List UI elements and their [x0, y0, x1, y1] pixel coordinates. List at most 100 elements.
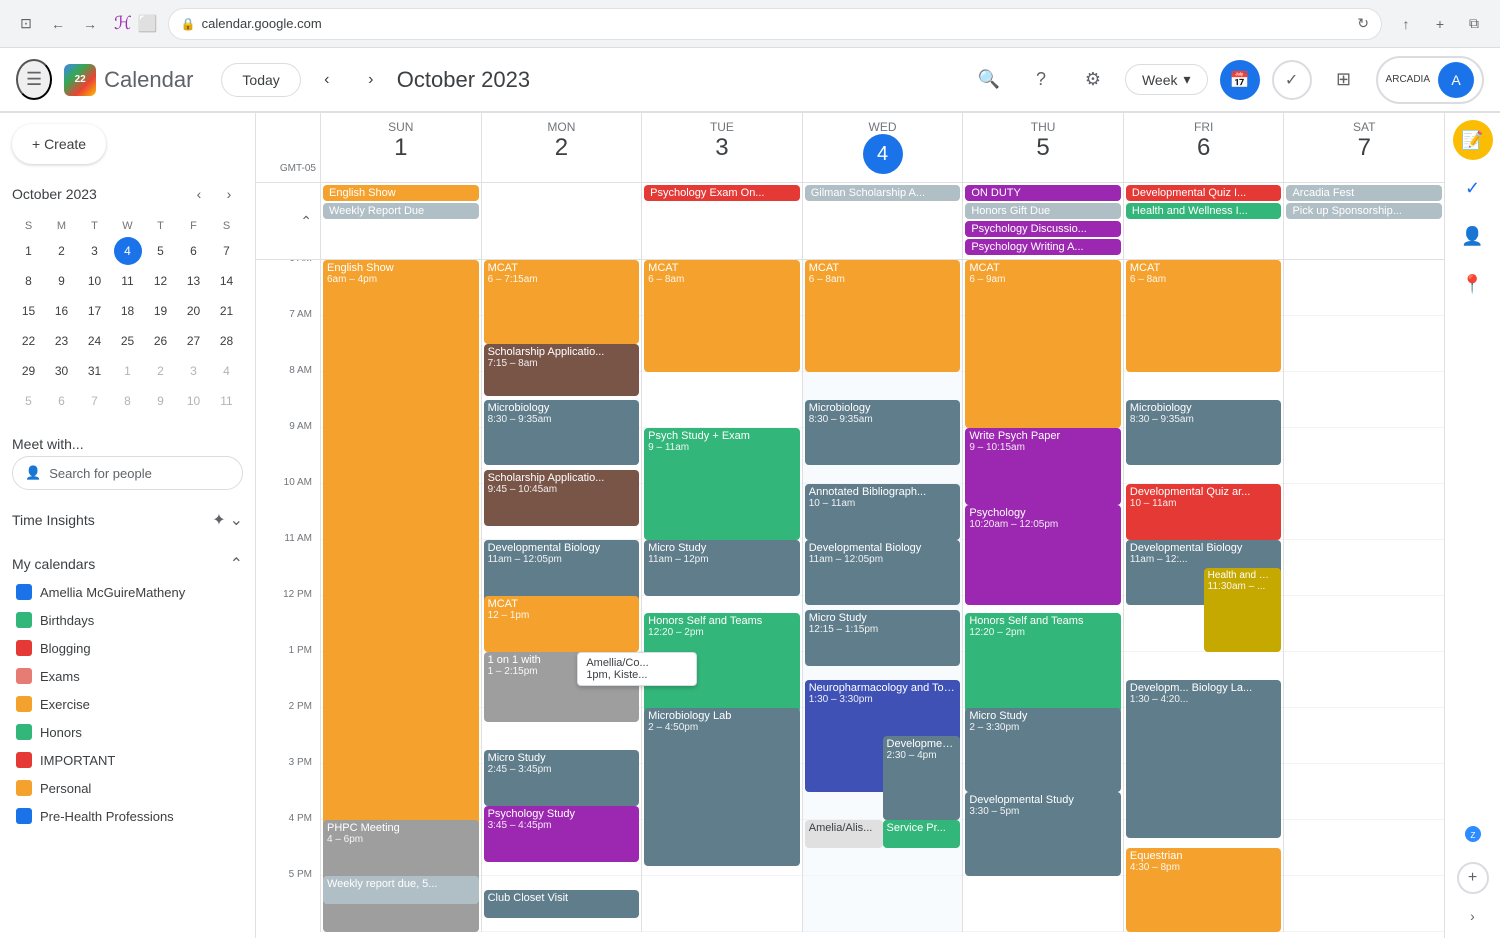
- mini-day-24[interactable]: 24: [81, 327, 109, 355]
- event-psych-exam-tue[interactable]: Psych Study + Exam 9 – 11am: [644, 428, 800, 540]
- right-icon-keep[interactable]: 📝: [1453, 120, 1493, 160]
- sidebar-toggle-button[interactable]: ⊡: [12, 10, 40, 38]
- time-insights-header[interactable]: Time Insights ✦ ⌄: [12, 506, 243, 534]
- time-grid-scroll[interactable]: 6 AM 7 AM 8 AM 9 AM 10 AM 11 AM 12 PM 1 …: [256, 260, 1444, 938]
- forward-button[interactable]: →: [76, 10, 104, 38]
- event-psych-study-mon[interactable]: Psychology Study 3:45 – 4:45pm: [484, 806, 640, 862]
- event-micro-study-mon[interactable]: Micro Study 2:45 – 3:45pm: [484, 750, 640, 806]
- event-health-wellness-allday[interactable]: Health and Wellness I...: [1126, 203, 1282, 219]
- sun-6am-slot[interactable]: English Show 6am – 4pm: [321, 260, 481, 316]
- event-weekly-report-due[interactable]: Weekly Report Due: [323, 203, 479, 219]
- sat-12pm-slot[interactable]: [1284, 596, 1444, 652]
- event-popup-1on1[interactable]: Amellia/Co... 1pm, Kiste...: [577, 652, 697, 686]
- calendar-item-amellia[interactable]: Amellia McGuireMatheny: [12, 578, 243, 606]
- scroll-right-button[interactable]: ›: [1459, 902, 1487, 930]
- mini-day-n2[interactable]: 2: [147, 357, 175, 385]
- mini-day-12[interactable]: 12: [147, 267, 175, 295]
- meet-with-header[interactable]: Meet with...: [12, 432, 243, 456]
- expand-icon[interactable]: ⌄: [230, 510, 243, 530]
- event-dev-quiz-allday[interactable]: Developmental Quiz I...: [1126, 185, 1282, 201]
- right-icon-tasks[interactable]: ✓: [1453, 168, 1493, 208]
- event-micro-study-tue[interactable]: Micro Study 11am – 12pm: [644, 540, 800, 596]
- search-people-input[interactable]: 👤 Search for people: [12, 456, 243, 490]
- calendar-item-exercise[interactable]: Exercise: [12, 690, 243, 718]
- thu-5pm-slot[interactable]: [963, 876, 1123, 932]
- sat-5pm-slot[interactable]: [1284, 876, 1444, 932]
- event-mcat-mon[interactable]: MCAT 6 – 7:15am: [484, 260, 640, 344]
- event-psych-writing[interactable]: Psychology Writing A...: [965, 239, 1121, 255]
- mini-day-n3[interactable]: 3: [180, 357, 208, 385]
- sat-9am-slot[interactable]: [1284, 428, 1444, 484]
- event-micro-fri[interactable]: Microbiology 8:30 – 9:35am: [1126, 400, 1282, 465]
- add-sidebar-button[interactable]: +: [1457, 862, 1489, 894]
- day-col-mon[interactable]: MON 2: [481, 112, 642, 182]
- collapse-allday-button[interactable]: ⌃: [300, 213, 312, 230]
- settings-button[interactable]: ⚙: [1073, 60, 1113, 100]
- sat-6am-slot[interactable]: [1284, 260, 1444, 316]
- today-button[interactable]: Today: [221, 63, 300, 97]
- mini-day-4-today[interactable]: 4: [114, 237, 142, 265]
- event-gilman[interactable]: Gilman Scholarship A...: [805, 185, 961, 201]
- event-on-duty[interactable]: ON DUTY: [965, 185, 1121, 201]
- mini-day-6[interactable]: 6: [180, 237, 208, 265]
- event-write-psych-thu[interactable]: Write Psych Paper 9 – 10:15am: [965, 428, 1121, 505]
- tue-8am-slot[interactable]: [642, 372, 802, 428]
- event-dev-study-thu[interactable]: Developmental Study 3:30 – 5pm: [965, 792, 1121, 876]
- mini-day-n4[interactable]: 4: [213, 357, 241, 385]
- event-scholarship-mon[interactable]: Scholarship Applicatio... 7:15 – 8am: [484, 344, 640, 396]
- mini-day-2[interactable]: 2: [48, 237, 76, 265]
- mini-day-23[interactable]: 23: [48, 327, 76, 355]
- day-col-wed[interactable]: WED 4: [802, 112, 963, 182]
- mini-day-n9[interactable]: 9: [147, 387, 175, 415]
- mini-day-28[interactable]: 28: [213, 327, 241, 355]
- calendar-item-exams[interactable]: Exams: [12, 662, 243, 690]
- mini-day-n6[interactable]: 6: [48, 387, 76, 415]
- right-icon-contacts[interactable]: 👤: [1453, 216, 1493, 256]
- event-annotated-wed[interactable]: Annotated Bibliograph... 10 – 11am: [805, 484, 961, 540]
- address-bar[interactable]: 🔒 calendar.google.com ↻: [168, 8, 1382, 40]
- event-health-wellness-fri[interactable]: Health and Wellness Fair 11:30am – ...: [1204, 568, 1282, 652]
- mini-day-11[interactable]: 11: [114, 267, 142, 295]
- new-tab-button[interactable]: +: [1426, 10, 1454, 38]
- event-dev-bio-lab-fri[interactable]: Developm... Biology La... 1:30 – 4:20...: [1126, 680, 1282, 838]
- event-mcat-wed[interactable]: MCAT 6 – 8am: [805, 260, 961, 372]
- mini-day-19[interactable]: 19: [147, 297, 175, 325]
- event-psych-exam[interactable]: Psychology Exam On...: [644, 185, 800, 201]
- sat-3pm-slot[interactable]: [1284, 764, 1444, 820]
- right-icon-maps[interactable]: 📍: [1453, 264, 1493, 304]
- google-apps-button[interactable]: ⊞: [1324, 60, 1364, 100]
- day-col-thu[interactable]: THU 5: [962, 112, 1123, 182]
- extensions-button[interactable]: ⧉: [1460, 10, 1488, 38]
- event-dev-study-wed[interactable]: Developmental Study 2:30 – 4pm: [883, 736, 961, 820]
- event-micro-study-wed[interactable]: Micro Study 12:15 – 1:15pm: [805, 610, 961, 666]
- mini-day-29[interactable]: 29: [15, 357, 43, 385]
- mini-day-n7[interactable]: 7: [81, 387, 109, 415]
- mini-day-5[interactable]: 5: [147, 237, 175, 265]
- mini-day-8[interactable]: 8: [15, 267, 43, 295]
- event-mcat-fri[interactable]: MCAT 6 – 8am: [1126, 260, 1282, 372]
- reload-icon[interactable]: ↻: [1357, 15, 1369, 32]
- wed-5pm-slot[interactable]: [803, 876, 963, 932]
- mini-day-26[interactable]: 26: [147, 327, 175, 355]
- calendar-item-important[interactable]: IMPORTANT: [12, 746, 243, 774]
- mini-day-17[interactable]: 17: [81, 297, 109, 325]
- event-equestrian-fri[interactable]: Equestrian 4:30 – 8pm: [1126, 848, 1282, 932]
- event-micro-study-thu[interactable]: Micro Study 2 – 3:30pm: [965, 708, 1121, 792]
- day-col-sun[interactable]: SUN 1: [320, 112, 481, 182]
- day-col-tue[interactable]: TUE 3: [641, 112, 802, 182]
- mini-day-3[interactable]: 3: [81, 237, 109, 265]
- event-honors-gift[interactable]: Honors Gift Due: [965, 203, 1121, 219]
- calendar-item-prehealth[interactable]: Pre-Health Professions: [12, 802, 243, 830]
- calendar-view-button[interactable]: 📅: [1220, 60, 1260, 100]
- mini-day-1[interactable]: 1: [15, 237, 43, 265]
- calendar-item-birthdays[interactable]: Birthdays: [12, 606, 243, 634]
- sat-8am-slot[interactable]: [1284, 372, 1444, 428]
- create-button[interactable]: + Create: [12, 124, 106, 164]
- mini-day-31[interactable]: 31: [81, 357, 109, 385]
- mini-day-15[interactable]: 15: [15, 297, 43, 325]
- event-psych-disc[interactable]: Psychology Discussio...: [965, 221, 1121, 237]
- tue-5pm-slot[interactable]: [642, 876, 802, 932]
- mini-day-20[interactable]: 20: [180, 297, 208, 325]
- mini-day-n8[interactable]: 8: [114, 387, 142, 415]
- mini-day-21[interactable]: 21: [213, 297, 241, 325]
